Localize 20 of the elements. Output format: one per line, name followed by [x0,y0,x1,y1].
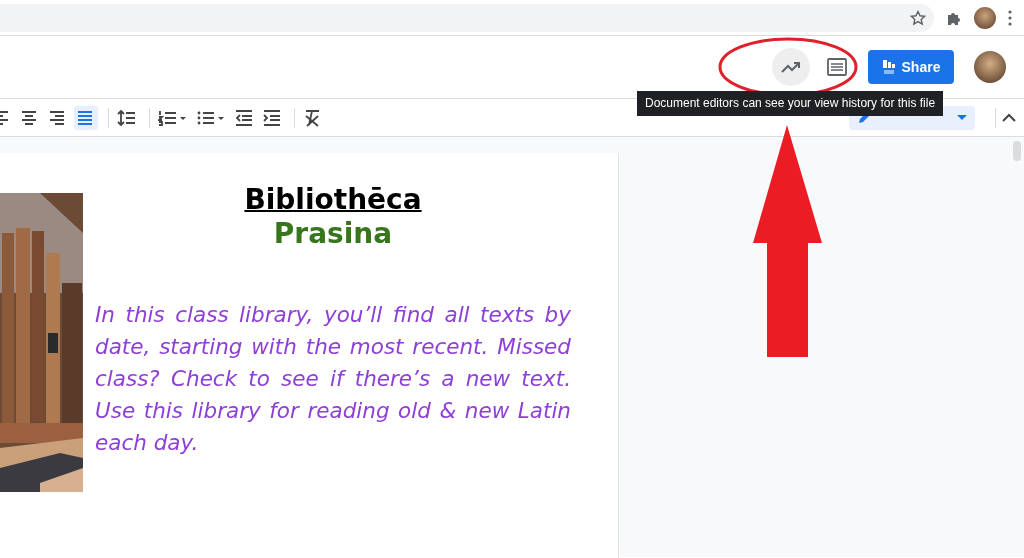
caret-icon [957,114,967,121]
intro-paragraph: In this class library, you’ll find all texts by date, starting with the most recent. Missed class? Check to see if there’s a new text. Use this library for reading old & new Latin each day. [95,301,571,457]
avatar[interactable] [974,6,996,29]
decrease-indent-icon [234,107,254,128]
tooltip: Document editors can see your view history for this file [637,91,944,116]
document-subtitle: Prasina [273,217,393,251]
activity-dashboard-button[interactable] [772,48,810,86]
comment-list-icon [827,58,847,76]
increase-indent-icon [262,107,282,128]
collapse-icon[interactable] [1002,112,1016,123]
line-spacing-icon [117,107,137,128]
document-title: Bibliothēca [244,183,422,217]
share-icon [881,59,896,75]
scrollbar-thumb[interactable] [1013,141,1021,161]
menu-icon[interactable] [1008,9,1012,26]
star-icon[interactable] [910,9,926,26]
avatar[interactable] [974,51,1006,83]
share-button[interactable]: Share [868,50,954,84]
align-justify-button[interactable] [74,105,98,130]
trending-up-icon [781,61,801,73]
